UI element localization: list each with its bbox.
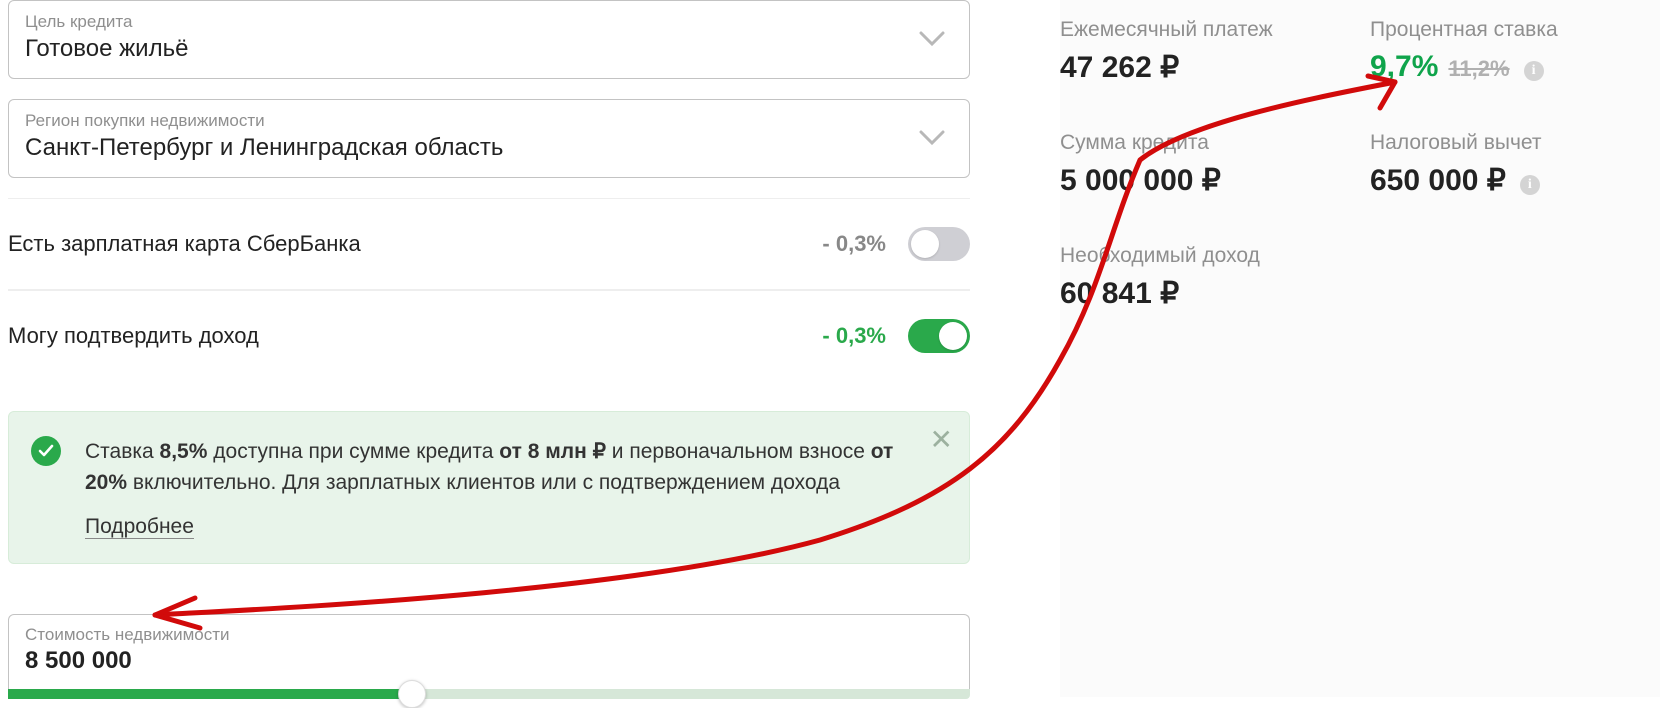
label: Необходимый доход — [1060, 244, 1350, 268]
salary-card-row: Есть зарплатная карта СберБанка - 0,3% — [8, 198, 970, 289]
loan-sum: Сумма кредита 5 000 000 ₽ — [1060, 131, 1350, 198]
region-select[interactable]: Регион покупки недвижимости Санкт-Петерб… — [8, 99, 970, 178]
label: Могу подтвердить доход — [8, 323, 822, 349]
chevron-down-icon — [919, 130, 945, 146]
confirm-income-row: Могу подтвердить доход - 0,3% — [8, 290, 970, 381]
chevron-down-icon — [919, 31, 945, 47]
salary-card-toggle[interactable] — [908, 227, 970, 261]
tax-deduction: Налоговый вычет 650 000 ₽ i — [1370, 131, 1660, 198]
check-icon — [31, 436, 61, 466]
value: Санкт-Петербург и Ленинградская область — [25, 134, 953, 163]
label: Налоговый вычет — [1370, 131, 1660, 155]
label: Регион покупки недвижимости — [25, 110, 953, 132]
value: 650 000 ₽ i — [1370, 163, 1660, 198]
value: 47 262 ₽ — [1060, 50, 1350, 85]
slider-handle[interactable] — [398, 680, 426, 708]
value: 9,7% 11,2% i — [1370, 50, 1660, 84]
promo-banner: Ставка 8,5% доступна при сумме кредита о… — [8, 411, 970, 564]
label: Ежемесячный платеж — [1060, 18, 1350, 42]
label: Сумма кредита — [1060, 131, 1350, 155]
required-income: Необходимый доход 60 841 ₽ — [1060, 244, 1350, 311]
value: 5 000 000 ₽ — [1060, 163, 1350, 198]
label: Стоимость недвижимости — [25, 625, 953, 645]
value: 8 500 000 — [25, 647, 953, 675]
label: Цель кредита — [25, 11, 953, 33]
old-rate: 11,2% — [1448, 56, 1509, 82]
label: Процентная ставка — [1370, 18, 1660, 42]
confirm-income-toggle[interactable] — [908, 319, 970, 353]
label: Есть зарплатная карта СберБанка — [8, 231, 822, 257]
info-icon[interactable]: i — [1524, 61, 1544, 81]
info-icon[interactable]: i — [1520, 175, 1540, 195]
value: 60 841 ₽ — [1060, 276, 1350, 311]
value: Готовое жильё — [25, 35, 953, 64]
banner-text: Ставка 8,5% доступна при сумме кредита о… — [85, 436, 915, 499]
property-cost-field[interactable]: Стоимость недвижимости 8 500 000 — [8, 614, 970, 699]
details-link[interactable]: Подробнее — [85, 515, 194, 539]
discount: - 0,3% — [822, 323, 886, 349]
discount: - 0,3% — [822, 231, 886, 257]
monthly-payment: Ежемесячный платеж 47 262 ₽ — [1060, 18, 1350, 85]
close-icon[interactable]: ✕ — [930, 426, 953, 454]
loan-purpose-select[interactable]: Цель кредита Готовое жильё — [8, 0, 970, 79]
cost-slider[interactable] — [8, 689, 970, 699]
interest-rate: Процентная ставка 9,7% 11,2% i — [1370, 18, 1660, 85]
